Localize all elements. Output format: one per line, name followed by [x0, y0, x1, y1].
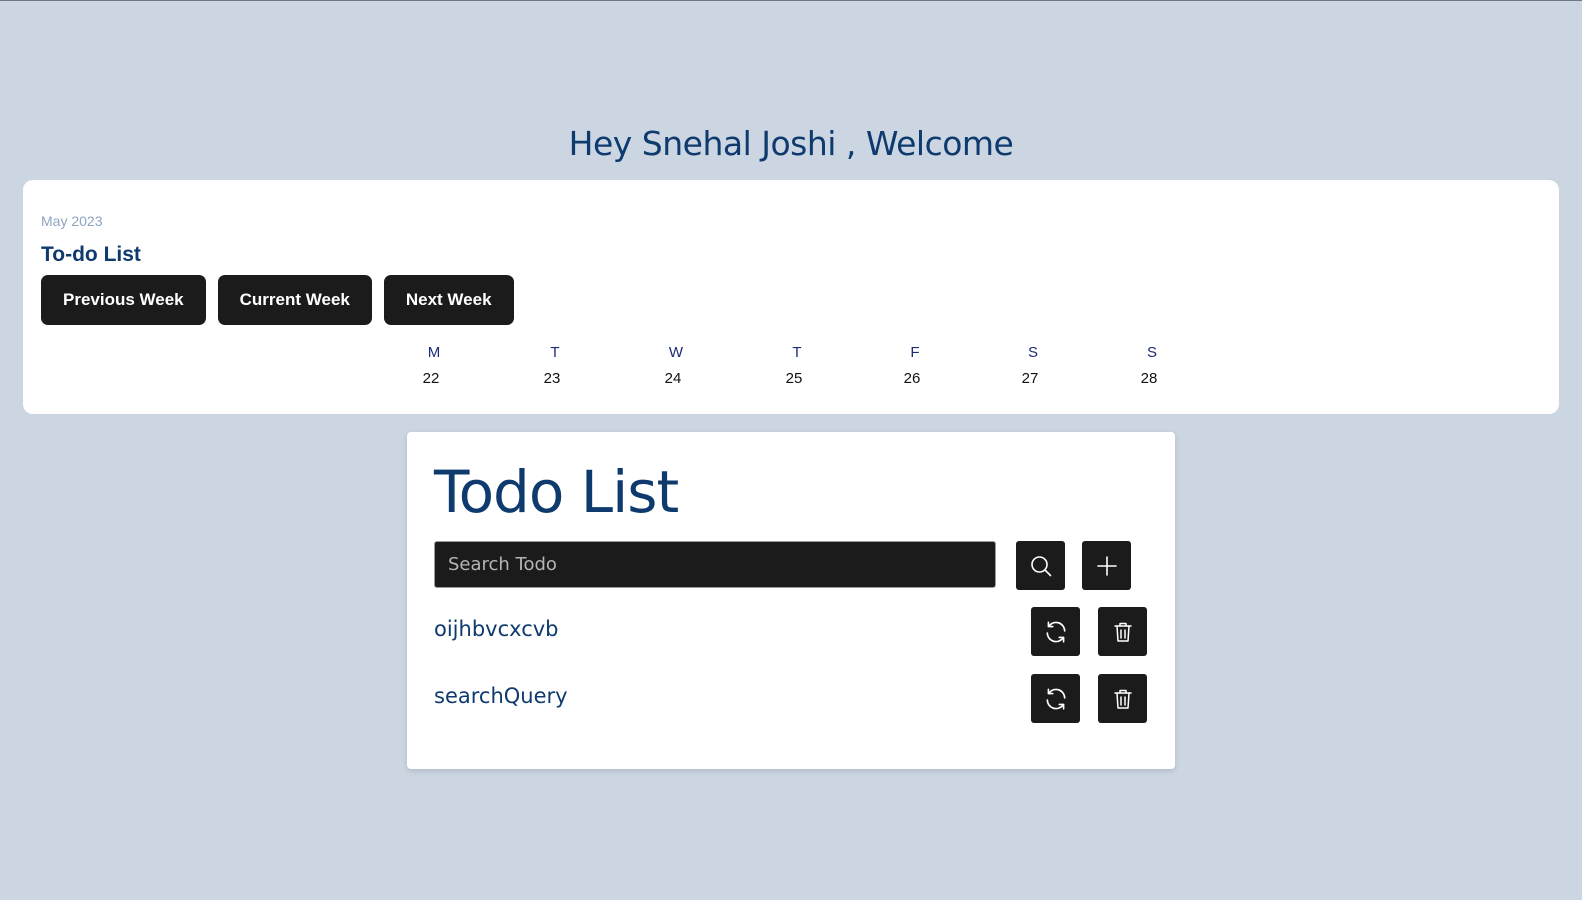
day-letter: F [910, 344, 920, 361]
todo-item-text: searchQuery [434, 684, 568, 708]
day-date: 24 [664, 370, 682, 387]
refresh-icon [1046, 620, 1065, 643]
trash-icon [1113, 689, 1132, 709]
todo-title: Todo List [434, 458, 679, 526]
delete-todo-button[interactable] [1098, 674, 1147, 723]
update-todo-button[interactable] [1031, 674, 1080, 723]
next-week-button[interactable]: Next Week [383, 275, 514, 325]
day-column[interactable]: M 22 [404, 343, 464, 387]
welcome-heading: Hey Snehal Joshi , Welcome [568, 124, 1014, 163]
current-week-button[interactable]: Current Week [217, 275, 372, 325]
day-letter: W [668, 344, 684, 361]
day-column[interactable]: F 26 [885, 343, 945, 387]
week-calendar-card: May 2023 To-do List Previous Week Curren… [23, 180, 1559, 414]
search-button[interactable] [1016, 541, 1065, 590]
day-letter: T [550, 344, 560, 361]
day-date: 27 [1021, 370, 1039, 387]
day-date: 22 [422, 370, 440, 387]
day-letter: S [1027, 344, 1038, 361]
day-column[interactable]: S 28 [1122, 343, 1182, 387]
search-input[interactable] [434, 541, 996, 588]
day-date: 26 [903, 370, 921, 387]
add-todo-button[interactable] [1082, 541, 1131, 590]
day-column[interactable]: S 27 [1003, 343, 1063, 387]
day-date: 23 [543, 370, 561, 387]
day-column[interactable]: T 25 [767, 343, 827, 387]
day-date: 25 [785, 370, 803, 387]
day-column[interactable]: W 24 [646, 343, 706, 387]
todo-card: Todo List oijhbvcxcvb searchQuery [407, 432, 1175, 769]
day-column[interactable]: T 23 [525, 343, 585, 387]
card-title: To-do List [41, 243, 141, 266]
day-date: 28 [1140, 370, 1158, 387]
plus-icon [1096, 555, 1117, 576]
search-icon [1030, 555, 1051, 576]
delete-todo-button[interactable] [1098, 607, 1147, 656]
month-label: May 2023 [41, 213, 103, 229]
day-letter: T [792, 344, 802, 361]
todo-item-text: oijhbvcxcvb [434, 617, 559, 641]
previous-week-button[interactable]: Previous Week [41, 275, 206, 325]
update-todo-button[interactable] [1031, 607, 1080, 656]
refresh-icon [1046, 687, 1065, 710]
day-letter: M [427, 344, 441, 361]
day-letter: S [1146, 344, 1157, 361]
trash-icon [1113, 622, 1132, 642]
week-navigation: Previous Week Current Week Next Week [41, 275, 514, 325]
